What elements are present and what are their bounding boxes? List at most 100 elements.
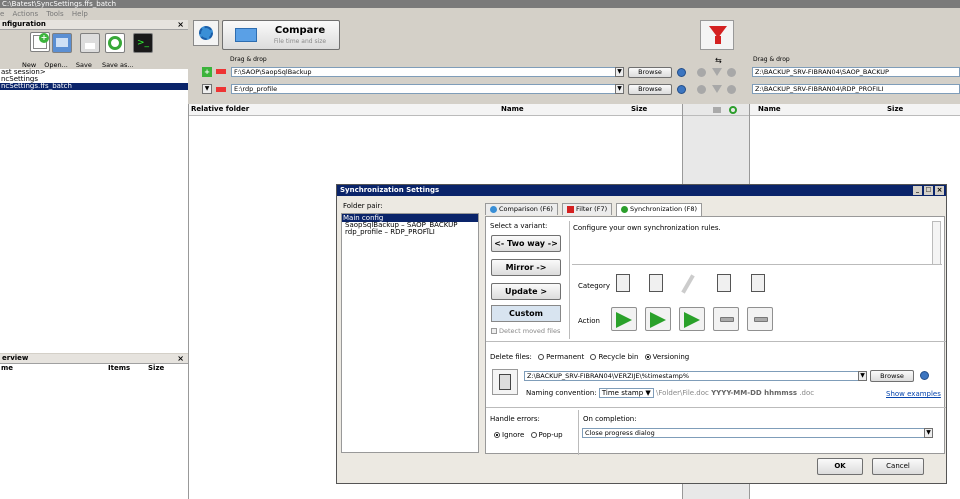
variant-update-button[interactable]: Update > — [491, 283, 561, 300]
cloud-icon[interactable] — [677, 85, 686, 94]
close-overview-icon[interactable]: × — [177, 354, 184, 363]
naming-convention-select[interactable]: Time stamp ▼ — [598, 388, 654, 398]
close-configuration-icon[interactable]: × — [177, 20, 184, 29]
config-list[interactable]: ast session> ncSettings ncSettings.ffs_b… — [0, 69, 188, 353]
console-icon[interactable]: >_ — [133, 33, 153, 53]
errors-popup-radio[interactable]: Pop-up — [530, 431, 563, 439]
detect-moved-checkbox[interactable]: Detect moved files — [491, 327, 560, 335]
remove-folder-pair-icon[interactable] — [216, 87, 226, 92]
action-different-button[interactable] — [679, 307, 705, 331]
delete-files-label: Delete files: — [490, 353, 532, 361]
add-folder-pair-icon[interactable]: + — [202, 67, 212, 77]
comparison-settings-button[interactable] — [193, 20, 219, 46]
gear-icon — [490, 205, 497, 213]
delete-recycle-radio[interactable]: Recycle bin — [590, 353, 638, 361]
compare-button[interactable]: Compare File time and size — [222, 20, 340, 50]
col-size-right[interactable]: Size — [887, 104, 903, 114]
description-scrollbar[interactable] — [932, 221, 941, 265]
close-dialog-icon[interactable]: × — [935, 186, 944, 195]
maximize-icon[interactable]: □ — [924, 186, 933, 195]
action-left-only-button[interactable] — [611, 307, 637, 331]
overview-col-name[interactable]: me — [1, 364, 13, 372]
sync-config-icon[interactable] — [727, 85, 736, 94]
radio-selected-icon — [644, 354, 651, 360]
cloud-icon[interactable] — [677, 68, 686, 77]
folder-icon — [56, 38, 68, 47]
left-path-input-1[interactable]: F:\SAOP\SaopSqlBackup — [231, 67, 623, 77]
sync-config-icon[interactable] — [727, 68, 736, 77]
naming-convention-row: Naming convention: Time stamp ▼ \Folder\… — [526, 388, 826, 398]
overview-col-items[interactable]: Items — [108, 364, 130, 372]
overview-list[interactable]: me Items Size — [0, 364, 188, 499]
left-path-input-2[interactable]: E:\rdp_profile — [231, 84, 623, 94]
cloud-icon[interactable] — [920, 371, 929, 380]
variant-two-way-button[interactable]: <- Two way -> — [491, 235, 561, 252]
variant-mirror-button[interactable]: Mirror -> — [491, 259, 561, 276]
left-browse-button-1[interactable]: Browse — [628, 67, 672, 78]
open-config-button[interactable] — [52, 33, 72, 53]
versioning-path-dropdown[interactable]: ▼ — [858, 371, 867, 381]
gear-icon — [199, 26, 213, 40]
delete-versioning-radio[interactable]: Versioning — [644, 353, 689, 361]
on-completion-dropdown[interactable]: ▼ — [924, 428, 933, 438]
left-path-dropdown-1[interactable]: ▼ — [615, 67, 624, 77]
show-examples-link[interactable]: Show examples — [886, 390, 941, 398]
tab-filter[interactable]: Filter (F7) — [562, 203, 613, 215]
menu-actions[interactable]: Actions — [13, 10, 39, 18]
on-completion-input[interactable]: Close progress dialog — [582, 428, 928, 438]
versioning-browse-button[interactable]: Browse — [870, 370, 914, 382]
errors-ignore-radio[interactable]: Ignore — [494, 431, 524, 439]
col-name[interactable]: Name — [501, 104, 524, 114]
document-icon — [499, 374, 511, 390]
variant-custom-button[interactable]: Custom — [491, 305, 561, 322]
save-as-batch-button[interactable] — [105, 33, 125, 53]
radio-selected-icon — [494, 432, 500, 438]
swap-sides-icon[interactable]: ⇆ — [715, 56, 722, 65]
expand-pairs-icon[interactable]: ▼ — [202, 84, 212, 94]
col-size[interactable]: Size — [631, 104, 647, 114]
naming-example-prefix: \Folder\File.doc — [656, 389, 712, 397]
dialog-title-bar: Synchronization Settings _ □ × — [337, 185, 946, 196]
tab-synchronization[interactable]: Synchronization (F8) — [616, 203, 703, 216]
overview-col-size[interactable]: Size — [148, 364, 164, 372]
delete-permanent-radio[interactable]: Permanent — [538, 353, 584, 361]
filter-button[interactable] — [700, 20, 734, 50]
filter-config-icon[interactable] — [712, 85, 722, 93]
action-left-newer-button[interactable] — [645, 307, 671, 331]
right-path-input-1[interactable]: Z:\BACKUP_SRV-FIBRAN04\SAOP_BACKUP — [752, 67, 960, 77]
tab-comparison[interactable]: Comparison (F6) — [485, 203, 558, 215]
action-right-only-button[interactable] — [747, 307, 773, 331]
menu-file[interactable]: e — [0, 10, 4, 18]
col-relative-folder[interactable]: Relative folder — [191, 104, 249, 114]
configuration-panel: nfiguration × + >_ New Open... Save Save… — [0, 20, 188, 353]
minimize-icon[interactable]: _ — [913, 186, 922, 195]
versioning-path-input[interactable]: Z:\BACKUP_SRV-FIBRAN04\VERZIJE\%timestam… — [524, 371, 866, 381]
sync-direction-icon[interactable] — [729, 106, 737, 114]
action-right-newer-button[interactable] — [713, 307, 739, 331]
menu-help[interactable]: Help — [72, 10, 88, 18]
configuration-title: nfiguration — [2, 20, 46, 28]
category-label: Category — [578, 282, 610, 290]
ok-button[interactable]: OK — [817, 458, 863, 475]
col-name-right[interactable]: Name — [758, 104, 781, 114]
remove-folder-pair-icon[interactable] — [216, 69, 226, 74]
left-browse-button-2[interactable]: Browse — [628, 84, 672, 95]
compare-config-icon[interactable] — [697, 68, 706, 77]
new-config-button[interactable]: + — [30, 32, 50, 52]
menu-tools[interactable]: Tools — [46, 10, 63, 18]
menu-bar: e Actions Tools Help — [0, 8, 188, 20]
variant-label: Select a variant: — [490, 222, 548, 230]
left-path-dropdown-2[interactable]: ▼ — [615, 84, 624, 94]
save-config-button[interactable] — [80, 33, 100, 53]
funnel-stem-icon — [715, 36, 721, 44]
divider — [486, 407, 946, 408]
folder-pair-item[interactable]: rdp_profile – RDP_PROFILI — [342, 229, 478, 236]
divider — [578, 410, 579, 455]
checkbox-column-icon[interactable] — [713, 107, 721, 113]
cancel-button[interactable]: Cancel — [872, 458, 924, 475]
compare-config-icon[interactable] — [697, 85, 706, 94]
filter-config-icon[interactable] — [712, 68, 722, 76]
right-path-input-2[interactable]: Z:\BACKUP_SRV-FIBRAN04\RDP_PROFILI — [752, 84, 960, 94]
config-list-item-selected[interactable]: ncSettings.ffs_batch — [0, 83, 188, 90]
folder-pair-list[interactable]: Main config SaopSqlBackup – SAOP_BACKUP … — [341, 213, 479, 453]
